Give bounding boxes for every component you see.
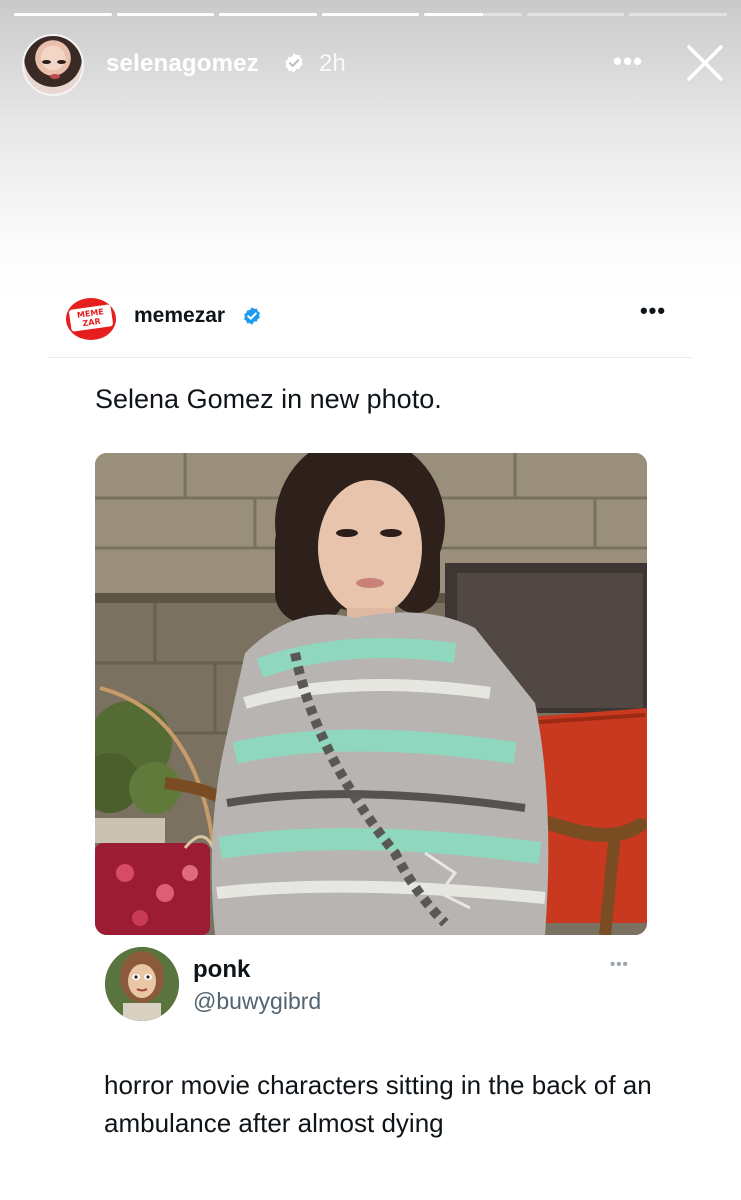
close-icon[interactable] xyxy=(684,42,726,84)
progress-segment xyxy=(424,13,522,16)
progress-segment xyxy=(116,13,215,16)
story-header: selenagomez 2h ••• xyxy=(22,34,726,96)
quoted-author-avatar[interactable] xyxy=(105,947,179,1021)
verified-badge-icon xyxy=(285,53,303,73)
memezar-logo-text: MEME ZAR xyxy=(68,304,114,332)
avatar-illustration-icon xyxy=(105,947,179,1021)
verified-badge-icon xyxy=(244,307,260,325)
story-timestamp: 2h xyxy=(319,50,346,77)
memezar-logo[interactable]: MEME ZAR xyxy=(66,298,116,340)
post-header: MEME ZAR memezar ••• xyxy=(48,298,692,358)
post-more-button[interactable]: ••• xyxy=(638,300,668,330)
story-avatar[interactable] xyxy=(22,34,84,96)
progress-segment xyxy=(321,13,420,16)
story-progress-bars xyxy=(14,13,728,17)
story-username[interactable]: selenagomez xyxy=(106,50,259,78)
quoted-more-button[interactable]: ••• xyxy=(610,956,629,973)
progress-segment xyxy=(14,13,112,16)
post-text: Selena Gomez in new photo. xyxy=(95,384,442,414)
story-more-button[interactable]: ••• xyxy=(610,46,646,82)
progress-segment xyxy=(629,13,728,16)
progress-segment xyxy=(219,13,317,16)
post-photo[interactable] xyxy=(95,453,647,935)
progress-segment xyxy=(526,13,625,16)
post-author-name[interactable]: memezar xyxy=(134,304,225,328)
quoted-author-handle[interactable]: @buwygibrd xyxy=(193,988,321,1015)
quoted-author-name[interactable]: ponk xyxy=(193,956,250,984)
quoted-post-text: horror movie characters sitting in the b… xyxy=(104,1070,652,1138)
shared-post-card[interactable]: MEME ZAR memezar ••• Selena Gomez in new… xyxy=(48,298,692,1168)
